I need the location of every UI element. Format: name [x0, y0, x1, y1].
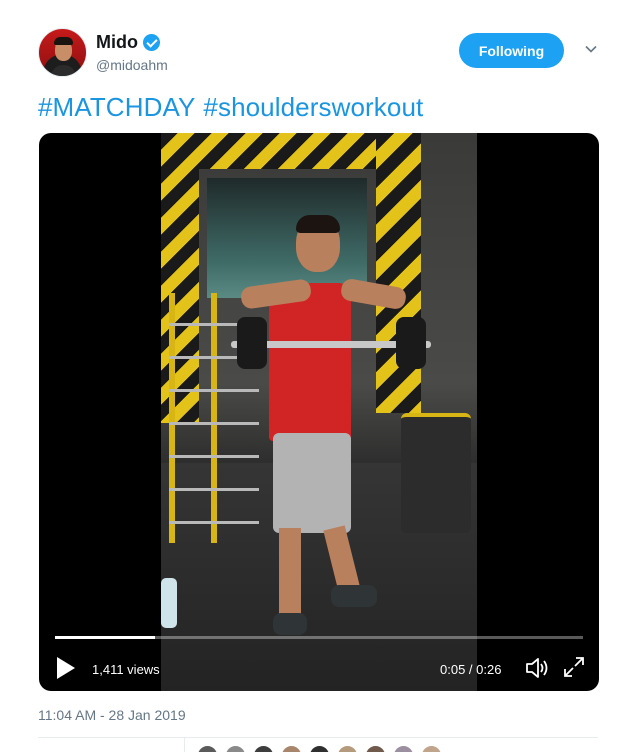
video-progress-bar[interactable] — [55, 636, 583, 639]
avatar-collar — [51, 65, 76, 76]
fullscreen-icon[interactable] — [562, 655, 586, 679]
tweet-header: Mido @midoahm Following — [38, 28, 603, 78]
author-display-name[interactable]: Mido — [96, 32, 138, 53]
following-button[interactable]: Following — [459, 33, 564, 68]
video-progress-fill — [55, 636, 156, 639]
liker-avatar[interactable] — [253, 745, 274, 752]
liker-avatar[interactable] — [309, 745, 330, 752]
liker-avatar[interactable] — [393, 745, 414, 752]
liker-avatar[interactable] — [197, 745, 218, 752]
author-avatar[interactable] — [38, 28, 87, 77]
person-leg-left — [279, 528, 301, 623]
liker-avatar[interactable] — [421, 745, 442, 752]
video-time: 0:05 / 0:26 — [440, 662, 502, 677]
video-frame[interactable] — [161, 133, 477, 691]
hazard-stripe-right — [376, 133, 421, 413]
weight-plate-right — [396, 317, 426, 369]
liker-avatar[interactable] — [281, 745, 302, 752]
avatar-hair — [54, 37, 73, 45]
tweet-text: #MATCHDAY #shoulderswork​out — [38, 92, 431, 123]
person-shirt — [269, 283, 351, 441]
play-icon[interactable] — [55, 655, 77, 681]
gym-bench — [401, 413, 471, 533]
tweet-timestamp[interactable]: 11:04 AM - 28 Jan 2019 — [38, 707, 186, 723]
likers-avatars — [197, 745, 442, 752]
hashtag-link-matchday[interactable]: #MATCHDAY — [38, 92, 195, 122]
author-name-row[interactable]: Mido — [96, 32, 160, 53]
gym-window — [207, 178, 367, 298]
person-shoe-right — [331, 585, 377, 607]
liker-avatar[interactable] — [337, 745, 358, 752]
chevron-down-icon[interactable] — [585, 43, 597, 55]
divider — [38, 737, 598, 738]
hashtag-link-shoulderswork​out[interactable]: #shoulderswork​out — [203, 92, 423, 122]
liker-avatar[interactable] — [365, 745, 386, 752]
verified-badge-icon — [143, 34, 160, 51]
author-handle[interactable]: @midoahm — [96, 57, 168, 73]
person-hair — [296, 215, 340, 233]
liker-avatar[interactable] — [225, 745, 246, 752]
water-bottle — [161, 578, 177, 628]
video-player[interactable]: 1,411 views 0:05 / 0:26 — [39, 133, 599, 691]
person-shorts — [273, 433, 351, 533]
weight-plate-left — [237, 317, 267, 369]
person-shoe-left — [273, 613, 307, 635]
stats-divider — [184, 738, 185, 752]
volume-icon[interactable] — [524, 655, 550, 681]
video-view-count: 1,411 views — [92, 662, 160, 677]
